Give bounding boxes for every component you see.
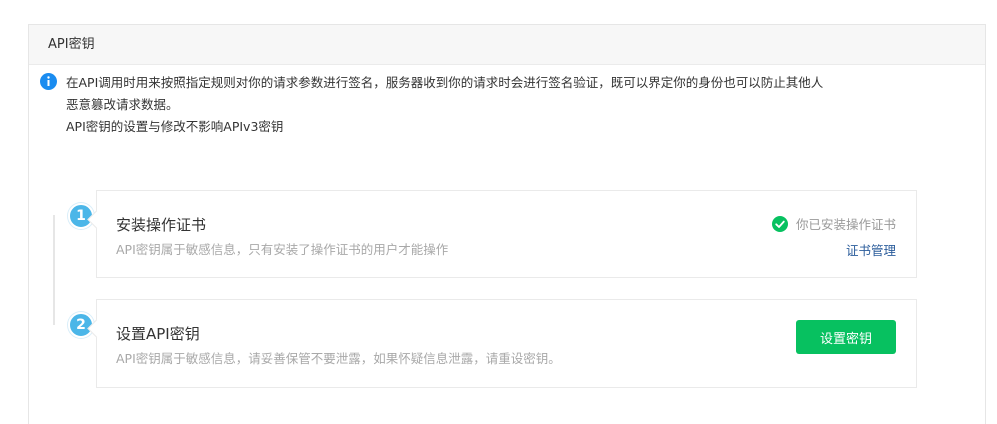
certificate-status-text: 你已安装操作证书 <box>795 217 896 232</box>
check-circle-icon <box>771 215 788 232</box>
notice-line: 恶意篡改请求数据。 <box>66 97 179 112</box>
step-timeline-line <box>53 215 55 325</box>
step-description: API密钥属于敏感信息，请妥善保管不要泄露，如果怀疑信息泄露，请重设密钥。 <box>116 351 561 366</box>
set-key-button[interactable]: 设置密钥 <box>796 320 896 354</box>
certificate-status: 你已安装操作证书 <box>771 214 896 233</box>
info-icon <box>40 73 57 90</box>
certificate-management-link[interactable]: 证书管理 <box>846 240 896 259</box>
step-title: 安装操作证书 <box>116 216 207 234</box>
step-title: 设置API密钥 <box>116 325 200 343</box>
notice-text: 在API调用时用来按照指定规则对你的请求参数进行签名，服务器收到你的请求时会进行… <box>66 72 920 138</box>
step-card-set-api-key: 设置API密钥 API密钥属于敏感信息，请妥善保管不要泄露，如果怀疑信息泄露，请… <box>96 299 917 388</box>
step-card-install-certificate: 安装操作证书 API密钥属于敏感信息，只有安装了操作证书的用户才能操作 你已安装… <box>96 190 917 278</box>
step-description: API密钥属于敏感信息，只有安装了操作证书的用户才能操作 <box>116 242 449 257</box>
notice-line: 在API调用时用来按照指定规则对你的请求参数进行签名，服务器收到你的请求时会进行… <box>66 75 824 90</box>
panel-title: API密钥 <box>29 25 985 65</box>
info-notice: 在API调用时用来按照指定规则对你的请求参数进行签名，服务器收到你的请求时会进行… <box>40 72 920 138</box>
notice-line: API密钥的设置与修改不影响APIv3密钥 <box>66 119 284 134</box>
